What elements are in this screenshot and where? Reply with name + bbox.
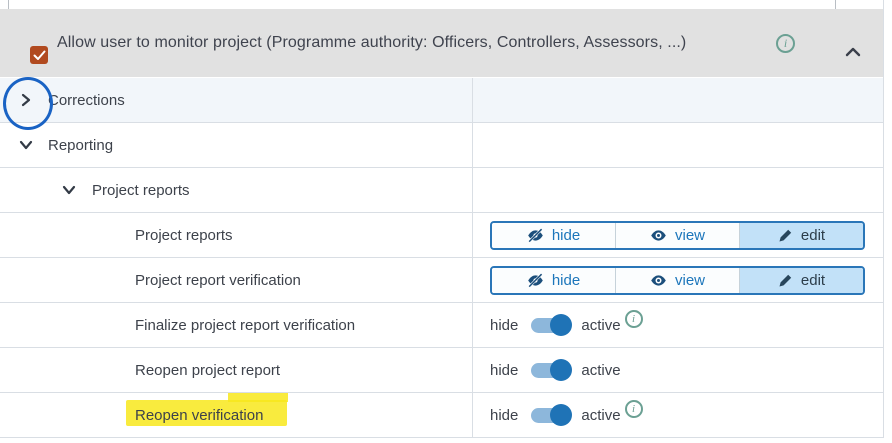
- toggle-off-label: hide: [490, 407, 518, 424]
- divider: [835, 0, 836, 9]
- tree-item-label: Reopen verification: [135, 407, 263, 424]
- tree-cell: Reopen verification: [0, 393, 473, 437]
- view-button-label: view: [675, 272, 705, 289]
- expand-button[interactable]: [14, 78, 38, 122]
- tree-cell-controls: hide active: [473, 348, 883, 392]
- tree-row-reopen-verification: Reopen verification hide active i: [0, 393, 883, 438]
- eye-off-icon: [527, 228, 544, 243]
- checkmark-icon: [33, 50, 46, 61]
- permission-toggle-group: hide active i: [490, 303, 643, 348]
- tree-cell-controls: hide active i: [473, 393, 883, 437]
- edit-button[interactable]: edit: [739, 223, 863, 248]
- chevron-down-icon: [19, 140, 33, 150]
- active-toggle[interactable]: [531, 318, 571, 333]
- tree-item-label: Project report verification: [135, 272, 301, 289]
- top-remnant-strip: [0, 0, 892, 9]
- view-button[interactable]: view: [615, 268, 739, 293]
- edit-button[interactable]: edit: [739, 268, 863, 293]
- tree-row-corrections: Corrections: [0, 78, 883, 123]
- permission-segmented-control: hide view edit: [490, 266, 865, 295]
- collapse-section-button[interactable]: [841, 41, 865, 63]
- edit-button-label: edit: [801, 227, 825, 244]
- eye-icon: [650, 274, 667, 287]
- tree-row-finalize-verification: Finalize project report verification hid…: [0, 303, 883, 348]
- divider: [8, 0, 9, 9]
- tree-cell-controls: [473, 168, 883, 212]
- tree-cell: Project reports: [0, 168, 473, 212]
- table-right-border: [883, 0, 884, 438]
- tree-item-label: Reporting: [48, 137, 113, 154]
- collapse-button[interactable]: [57, 168, 81, 212]
- toggle-knob: [550, 404, 572, 426]
- section-title: Allow user to monitor project (Programme…: [57, 9, 686, 77]
- edit-button-label: edit: [801, 272, 825, 289]
- chevron-up-icon: [845, 47, 861, 57]
- tree-cell-controls: hide view edit: [473, 213, 883, 257]
- permissions-panel: Allow user to monitor project (Programme…: [0, 0, 892, 443]
- tree-cell: Reporting: [0, 123, 473, 167]
- tree-item-label: Project reports: [135, 227, 233, 244]
- toggle-knob: [550, 359, 572, 381]
- tree-cell-controls: [473, 78, 883, 122]
- permission-toggle-group: hide active: [490, 348, 621, 393]
- view-button[interactable]: view: [615, 223, 739, 248]
- active-toggle[interactable]: [531, 408, 571, 423]
- tree-row-project-report-verification: Project report verification hide: [0, 258, 883, 303]
- tree-item-label: Reopen project report: [135, 362, 280, 379]
- toggle-on-label: active: [581, 362, 620, 379]
- permission-toggle-group: hide active i: [490, 393, 643, 438]
- tree-row-reporting: Reporting: [0, 123, 883, 168]
- tree-item-label: Corrections: [48, 92, 125, 109]
- monitor-project-checkbox[interactable]: [30, 46, 48, 64]
- view-button-label: view: [675, 227, 705, 244]
- toggle-on-label: active: [581, 407, 620, 424]
- section-header: Allow user to monitor project (Programme…: [0, 9, 883, 77]
- info-icon[interactable]: i: [625, 310, 643, 328]
- chevron-down-icon: [62, 185, 76, 195]
- tree-cell-controls: hide active i: [473, 303, 883, 347]
- chevron-right-icon: [21, 93, 31, 107]
- permissions-tree: Corrections Reporting: [0, 78, 883, 438]
- tree-row-reopen-project-report: Reopen project report hide active: [0, 348, 883, 393]
- highlight-annotation: [228, 393, 288, 402]
- tree-cell: Corrections: [0, 78, 473, 122]
- tree-item-label: Finalize project report verification: [135, 317, 355, 334]
- tree-cell: Project report verification: [0, 258, 473, 302]
- tree-cell-controls: hide view edit: [473, 258, 883, 302]
- eye-icon: [650, 229, 667, 242]
- tree-cell: Project reports: [0, 213, 473, 257]
- tree-cell: Reopen project report: [0, 348, 473, 392]
- info-icon[interactable]: i: [776, 34, 795, 53]
- tree-cell-controls: [473, 123, 883, 167]
- hide-button[interactable]: hide: [492, 223, 615, 248]
- pencil-icon: [778, 228, 793, 243]
- active-toggle[interactable]: [531, 363, 571, 378]
- hide-button-label: hide: [552, 227, 580, 244]
- toggle-off-label: hide: [490, 317, 518, 334]
- eye-off-icon: [527, 273, 544, 288]
- tree-row-project-reports: Project reports hide: [0, 213, 883, 258]
- tree-item-label: Project reports: [92, 182, 190, 199]
- hide-button[interactable]: hide: [492, 268, 615, 293]
- toggle-off-label: hide: [490, 362, 518, 379]
- permission-segmented-control: hide view edit: [490, 221, 865, 250]
- hide-button-label: hide: [552, 272, 580, 289]
- collapse-button[interactable]: [14, 123, 38, 167]
- tree-row-project-reports-group: Project reports: [0, 168, 883, 213]
- tree-cell: Finalize project report verification: [0, 303, 473, 347]
- pencil-icon: [778, 273, 793, 288]
- toggle-on-label: active: [581, 317, 620, 334]
- toggle-knob: [550, 314, 572, 336]
- info-icon[interactable]: i: [625, 400, 643, 418]
